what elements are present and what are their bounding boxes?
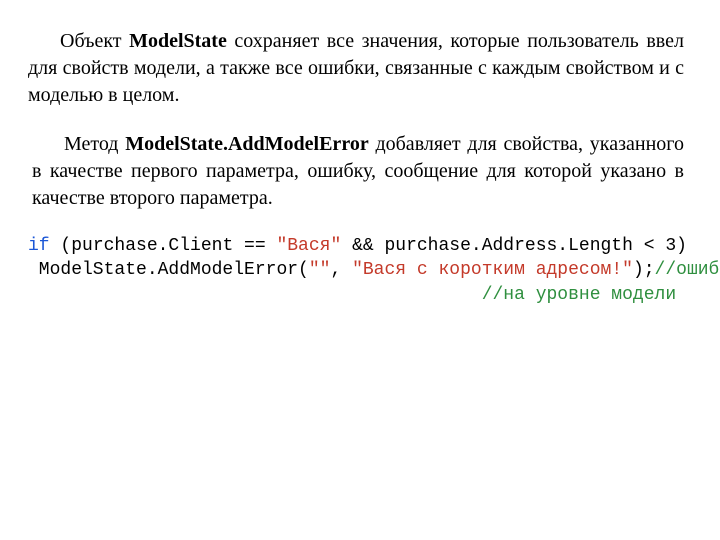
para1-pre: Объект: [60, 30, 129, 52]
code-seg: ,: [330, 260, 352, 280]
code-string: "": [309, 260, 331, 280]
code-comment: //на уровне модели: [482, 285, 676, 305]
code-pad: [28, 285, 482, 305]
para2-bold: ModelState.AddModelError: [125, 133, 369, 155]
code-string: "Вася": [276, 236, 341, 256]
paragraph-modelstate: Объект ModelState сохраняет все значения…: [28, 28, 684, 109]
code-seg: ModelState.AddModelError(: [28, 260, 309, 280]
para1-bold: ModelState: [129, 30, 227, 52]
code-comment: //ошибки: [655, 260, 720, 280]
paragraph-addmodelerror: Метод ModelState.AddModelError добавляет…: [32, 131, 684, 212]
para2-pre: Метод: [64, 133, 125, 155]
code-seg: );: [633, 260, 655, 280]
code-string: "Вася с коротким адресом!": [352, 260, 633, 280]
code-seg: (purchase.Client ==: [50, 236, 277, 256]
code-block: if (purchase.Client == "Вася" && purchas…: [28, 234, 684, 307]
code-seg: && purchase.Address.Length < 3): [341, 236, 687, 256]
code-keyword-if: if: [28, 236, 50, 256]
